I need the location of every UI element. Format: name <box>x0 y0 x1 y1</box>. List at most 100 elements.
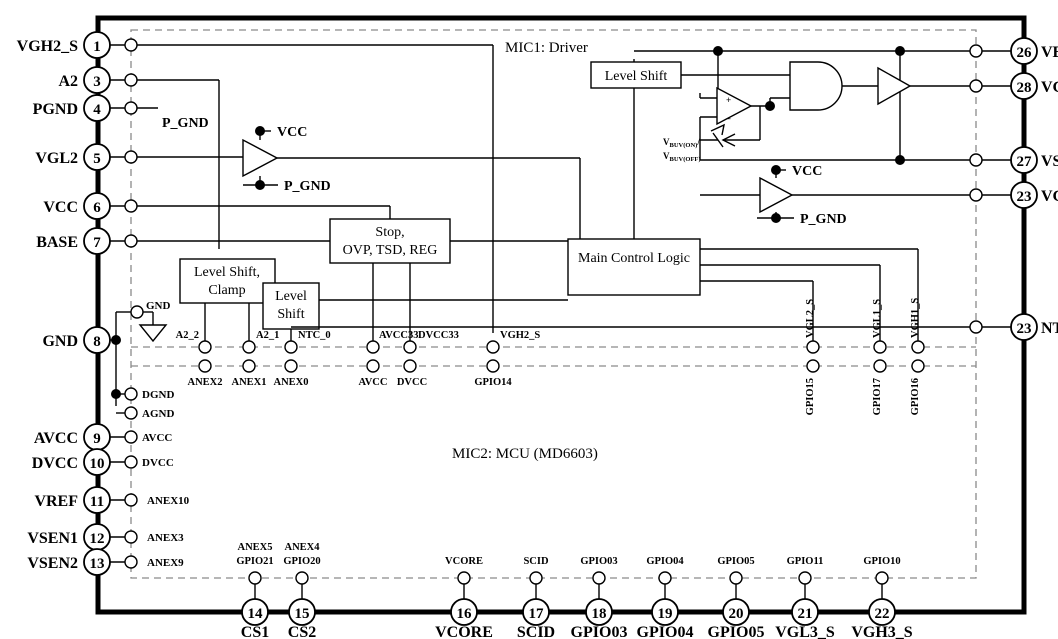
pin-number-14: 14 <box>248 606 264 622</box>
signal-gpio05: GPIO05 <box>717 556 754 567</box>
pin-label-dvcc: DVCC <box>32 455 78 472</box>
signal-dvcc: DVCC <box>142 457 174 469</box>
pin-label-cs2: CS2 <box>288 624 316 639</box>
pin-label-vgh3s: VGH3_S <box>851 624 912 639</box>
pin-label-vgh1: VGH1 <box>1041 79 1058 96</box>
pin-label-gpio04: GPIO04 <box>637 624 694 639</box>
buv-on-label: VBUV(ON)/ <box>663 137 700 149</box>
block-diagram-canvas: VGH2_S 1 A2 3 PGND 4 P_GND VGL2 5 VCC 6 … <box>0 0 1058 639</box>
pin-label-vsen2: VSEN2 <box>27 555 78 572</box>
pin-number-18: 18 <box>592 606 607 622</box>
comparator-minus-icon: – <box>725 113 731 123</box>
pin-number-1: 1 <box>93 39 101 55</box>
pin-label-vgl3s: VGL3_S <box>775 624 835 639</box>
pin-label-vcc: VCC <box>43 199 78 216</box>
pin-number-16: 16 <box>457 606 473 622</box>
block-ls2-line2: Shift <box>277 307 304 322</box>
pin-number-26: 26 <box>1017 45 1033 61</box>
port-lower-anex1: ANEX1 <box>231 377 266 388</box>
pin-number-21: 21 <box>798 606 813 622</box>
rail-label-pgnd-right: P_GND <box>800 212 847 227</box>
pin-number-27: 27 <box>1017 154 1033 170</box>
pin-number-9: 9 <box>93 431 101 447</box>
signal-gnd: GND <box>146 300 171 312</box>
pin-label-cs1: CS1 <box>241 624 269 639</box>
pin-number-13: 13 <box>90 556 105 572</box>
signal-anex3: ANEX3 <box>147 532 184 544</box>
port-upper-vgh2s: VGH2_S <box>500 330 540 341</box>
pin-label-a2: A2 <box>58 73 78 90</box>
block-stop-line2: OVP, TSD, REG <box>343 243 438 258</box>
signal-scid: SCID <box>523 556 549 567</box>
port-lower-gpio17: GPIO17 <box>872 378 883 415</box>
pin-number-5: 5 <box>93 151 101 167</box>
signal-avcc: AVCC <box>142 432 172 444</box>
pin-number-22: 22 <box>875 606 890 622</box>
mcu-port-pairs: A2_2 ANEX2 A2_1 ANEX1 NTC_0 ANEX0 AVCC33… <box>131 298 976 415</box>
port-upper-a2-1: A2_1 <box>256 330 279 341</box>
signal-anex10: ANEX10 <box>147 495 190 507</box>
pin-label-vb: VB <box>1041 44 1058 61</box>
signal-pgnd-pin4: P_GND <box>162 116 209 131</box>
port-upper-vgl1s: VGL1_S <box>872 299 883 338</box>
block-level-shift-top: Level Shift <box>605 69 668 84</box>
pin-label-vs: VS <box>1041 153 1058 170</box>
left-pin-labels: VGH2_S 1 A2 3 PGND 4 P_GND VGL2 5 VCC 6 … <box>17 38 209 572</box>
diagram-svg: VGH2_S 1 A2 3 PGND 4 P_GND VGL2 5 VCC 6 … <box>17 15 1058 639</box>
pin-number-10: 10 <box>90 456 105 472</box>
pin-label-scid: SCID <box>517 624 555 639</box>
pin-number-3: 3 <box>93 74 101 90</box>
pin-number-4: 4 <box>93 102 101 118</box>
rail-label-vcc-left: VCC <box>277 125 307 140</box>
title-mic1: MIC1: Driver <box>505 40 588 56</box>
buv-off-label: VBUV(OFF) <box>663 151 701 163</box>
signal-anex5: ANEX5 <box>237 542 272 553</box>
port-lower-anex2: ANEX2 <box>187 377 222 388</box>
pin-number-17: 17 <box>529 606 545 622</box>
port-upper-a2-2: A2_2 <box>176 330 199 341</box>
title-mic2: MIC2: MCU (MD6603) <box>452 446 598 462</box>
signal-gpio03: GPIO03 <box>580 556 617 567</box>
pin-number-28: 28 <box>1017 80 1032 96</box>
block-ls2-line1: Level <box>275 289 307 304</box>
port-lower-gpio14: GPIO14 <box>474 377 512 388</box>
pin-label-vcore: VCORE <box>435 624 493 639</box>
port-upper-vgl2s: VGL2_S <box>805 299 816 338</box>
port-upper-ntc-0: NTC_0 <box>298 330 331 341</box>
pin-label-base: BASE <box>36 234 78 251</box>
pin-number-15: 15 <box>295 606 310 622</box>
rail-label-pgnd-left: P_GND <box>284 179 331 194</box>
pin-label-gpio03: GPIO03 <box>571 624 628 639</box>
signal-gpio11: GPIO11 <box>787 556 824 567</box>
port-lower-anex0: ANEX0 <box>273 377 308 388</box>
pin-number-23-ntc: 23 <box>1017 321 1032 337</box>
pin-label-gpio05: GPIO05 <box>708 624 765 639</box>
pin-label-vgh2s: VGH2_S <box>17 38 78 55</box>
pin-number-12: 12 <box>90 531 105 547</box>
signal-gpio10: GPIO10 <box>863 556 900 567</box>
port-lower-gpio16: GPIO16 <box>910 378 921 415</box>
pin-number-6: 6 <box>93 200 101 216</box>
signal-dgnd: DGND <box>142 389 174 401</box>
port-lower-gpio15: GPIO15 <box>805 378 816 415</box>
driver-circuit: Level Shift + – VBUV(ON)/ VBUV(OFF) VCC … <box>590 46 976 227</box>
pin-label-ntc: NTC <box>1041 320 1058 337</box>
pin-label-pgnd: PGND <box>33 101 78 118</box>
port-lower-avcc: AVCC <box>359 377 388 388</box>
port-upper-dvcc33: DVCC33 <box>418 330 459 341</box>
pin-number-20: 20 <box>729 606 744 622</box>
signal-agnd: AGND <box>142 408 174 420</box>
port-upper-avcc33: AVCC33 <box>379 330 418 341</box>
signal-gpio04: GPIO04 <box>646 556 684 567</box>
pin-label-vgl1: VGL1 <box>1041 188 1058 205</box>
pin-number-7: 7 <box>93 235 101 251</box>
block-lsclamp-line1: Level Shift, <box>194 265 260 280</box>
block-level-shift-clamp: Level Shift, Clamp <box>179 258 276 341</box>
pin-label-vref: VREF <box>34 493 78 510</box>
pin-number-8: 8 <box>93 334 101 350</box>
signal-vcore: VCORE <box>445 556 483 567</box>
port-lower-dvcc: DVCC <box>397 377 427 388</box>
block-lsclamp-line2: Clamp <box>208 283 245 298</box>
pin-label-avcc: AVCC <box>34 430 78 447</box>
signal-anex4: ANEX4 <box>284 542 320 553</box>
